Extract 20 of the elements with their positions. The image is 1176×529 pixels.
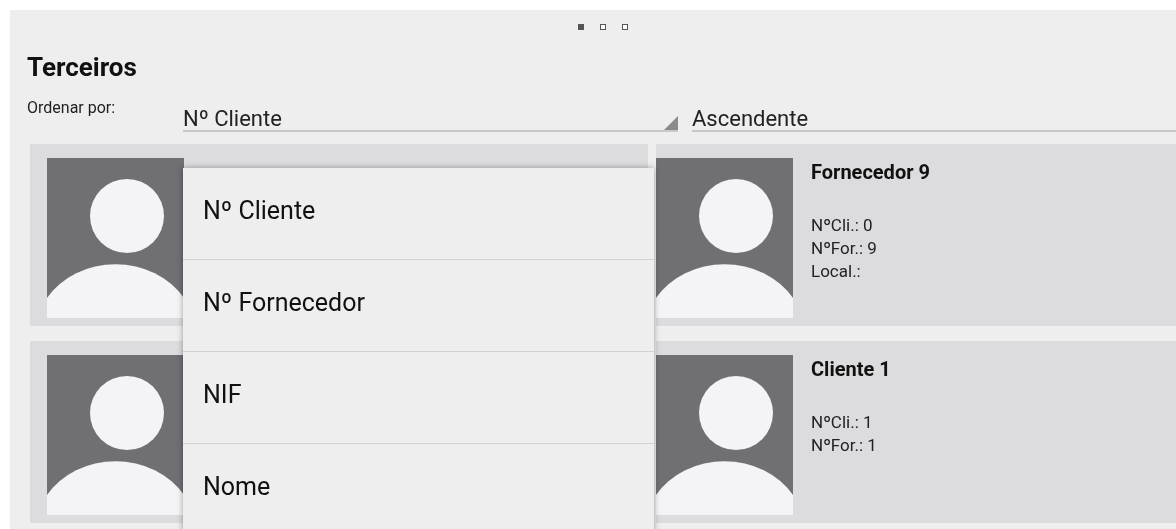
contact-detail: Local.: [811,260,862,283]
contact-detail: NºCli.: 0 [811,214,874,237]
contact-card[interactable]: Fornecedor 9 NºCli.: 0 NºFor.: 9 Local.: [656,144,1176,326]
contact-name: Cliente 1 [811,357,891,381]
contact-detail: NºFor.: 1 [811,434,878,457]
dropdown-option[interactable]: NIF [183,352,654,444]
sort-field-dropdown[interactable]: Nº Cliente [183,96,678,132]
contact-detail: NºCli.: 1 [811,411,874,434]
page-title: Terceiros [26,51,138,84]
dropdown-option[interactable]: Nome [183,444,654,529]
avatar-silhouette-icon [656,355,793,515]
dropdown-option[interactable]: Nº Fornecedor [183,260,654,352]
contact-detail: NºFor.: 9 [811,237,878,260]
dropdown-option[interactable]: Nº Cliente [183,168,654,260]
sort-label: Ordenar por: [27,98,117,117]
sort-order-dropdown[interactable]: Ascendente [692,96,1176,132]
avatar-silhouette-icon [656,158,793,318]
dropdown-corner-icon [664,116,678,130]
contact-card[interactable]: Cliente 1 NºCli.: 1 NºFor.: 1 [656,341,1176,523]
contact-name: Fornecedor 9 [811,160,930,184]
